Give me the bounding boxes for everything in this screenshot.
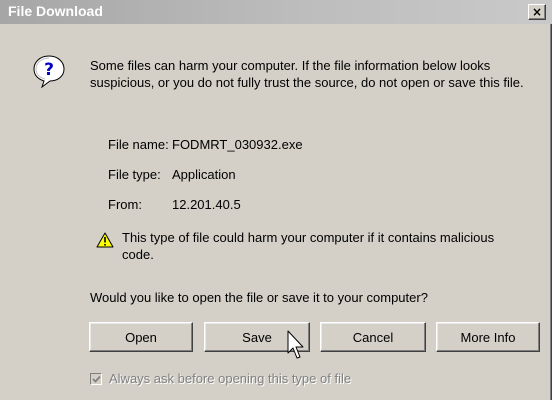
- file-name-label: File name:: [108, 137, 169, 152]
- warning-icon: [96, 232, 114, 248]
- close-button[interactable]: ×: [528, 4, 546, 20]
- caution-message: This type of file could harm your comput…: [122, 230, 495, 262]
- from-row: From: 12.201.40.5: [108, 197, 241, 212]
- file-name-value: FODMRT_030932.exe: [172, 137, 303, 152]
- always-ask-row: Always ask before opening this type of f…: [90, 371, 351, 386]
- more-info-button[interactable]: More Info: [436, 322, 540, 352]
- always-ask-label: Always ask before opening this type of f…: [109, 371, 352, 386]
- window-title: File Download: [8, 3, 103, 19]
- prompt-question: Would you like to open the file or save …: [90, 290, 428, 305]
- cancel-button[interactable]: Cancel: [320, 322, 426, 352]
- file-name-row: File name: FODMRT_030932.exe: [108, 137, 303, 152]
- close-icon: ×: [531, 5, 543, 19]
- always-ask-checkbox[interactable]: [90, 372, 102, 385]
- file-type-label: File type:: [108, 167, 161, 182]
- title-bar: File Download ×: [0, 0, 552, 24]
- file-type-row: File type: Application: [108, 167, 236, 182]
- question-icon: ?: [33, 55, 65, 88]
- from-value: 12.201.40.5: [172, 197, 241, 212]
- checkmark-icon: [92, 375, 101, 383]
- warning-message: Some files can harm your computer. If th…: [90, 58, 524, 90]
- from-label: From:: [108, 197, 142, 212]
- save-button[interactable]: Save: [204, 322, 310, 352]
- file-type-value: Application: [172, 167, 236, 182]
- open-button[interactable]: Open: [89, 322, 193, 352]
- svg-text:?: ?: [44, 60, 54, 80]
